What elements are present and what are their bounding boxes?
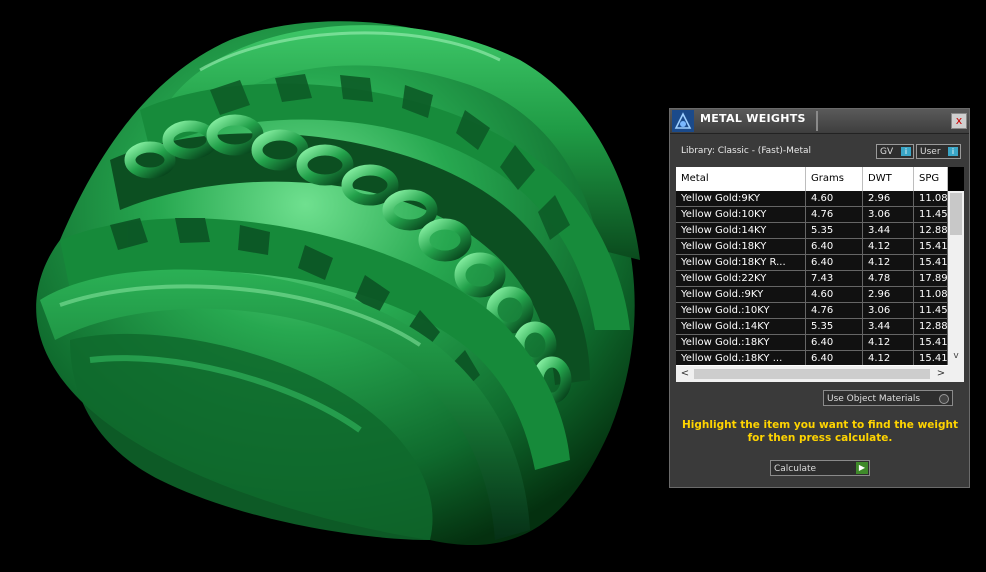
cell-metal: Yellow Gold.:18KY <box>676 335 806 351</box>
cell-grams: 6.40 <box>806 255 863 271</box>
cell-dwt: 4.12 <box>863 239 914 255</box>
cell-grams: 4.60 <box>806 191 863 207</box>
table-row[interactable]: Yellow Gold:10KY 4.76 3.06 11.45 <box>676 207 948 223</box>
cell-grams: 4.60 <box>806 287 863 303</box>
cell-dwt: 3.06 <box>863 303 914 319</box>
metal-weights-table: Metal Grams DWT SPG Yellow Gold:9KY 4.60 2… <box>676 167 964 382</box>
cell-metal: Yellow Gold.:10KY <box>676 303 806 319</box>
cell-spg: 11.45 <box>914 207 948 223</box>
table-row[interactable]: Yellow Gold.:18KY 6.40 4.12 15.41 <box>676 335 948 351</box>
gv-toggle-label: GV <box>880 147 894 157</box>
cell-metal: Yellow Gold:18KY <box>676 239 806 255</box>
app-logo-icon <box>672 110 694 132</box>
gv-toggle[interactable]: GV i <box>876 144 914 159</box>
radio-icon[interactable] <box>939 394 949 404</box>
horizontal-scroll-thumb[interactable] <box>694 369 930 379</box>
play-icon: ▶ <box>856 462 868 474</box>
cell-dwt: 4.78 <box>863 271 914 287</box>
table-row[interactable]: Yellow Gold:14KY 5.35 3.44 12.88 <box>676 223 948 239</box>
cell-grams: 6.40 <box>806 335 863 351</box>
cell-grams: 4.76 <box>806 207 863 223</box>
table-row[interactable]: Yellow Gold.:9KY 4.60 2.96 11.08 <box>676 287 948 303</box>
cell-metal: Yellow Gold:10KY <box>676 207 806 223</box>
cell-metal: Yellow Gold:9KY <box>676 191 806 207</box>
scrollbar-header-gap <box>948 167 964 191</box>
table-header: Metal Grams DWT SPG <box>676 167 948 191</box>
cell-metal: Yellow Gold.:14KY <box>676 319 806 335</box>
scroll-right-icon[interactable]: > <box>934 367 948 381</box>
table-row[interactable]: Yellow Gold:18KY R... 6.40 4.12 15.41 <box>676 255 948 271</box>
cell-spg: 15.41 <box>914 255 948 271</box>
column-header-grams[interactable]: Grams <box>806 167 863 191</box>
cell-metal: Yellow Gold:14KY <box>676 223 806 239</box>
user-toggle[interactable]: User i <box>916 144 961 159</box>
cell-spg: 12.88 <box>914 319 948 335</box>
cell-spg: 11.08 <box>914 287 948 303</box>
title-tab-divider <box>816 111 818 131</box>
table-body: Yellow Gold:9KY 4.60 2.96 11.08 Yellow Gold:… <box>676 191 948 365</box>
close-button[interactable]: x <box>951 113 967 129</box>
cell-grams: 6.40 <box>806 351 863 365</box>
vertical-scroll-thumb[interactable] <box>950 193 962 235</box>
cell-spg: 12.88 <box>914 223 948 239</box>
calculate-button[interactable]: Calculate ▶ <box>770 460 870 476</box>
cell-metal: Yellow Gold:18KY R... <box>676 255 806 271</box>
vertical-scrollbar[interactable]: v <box>948 167 964 366</box>
scroll-left-icon[interactable]: < <box>678 367 692 381</box>
user-toggle-label: User <box>920 147 941 157</box>
cell-dwt: 2.96 <box>863 287 914 303</box>
cell-spg: 17.89 <box>914 271 948 287</box>
cell-dwt: 3.06 <box>863 207 914 223</box>
cell-grams: 5.35 <box>806 223 863 239</box>
cell-dwt: 4.12 <box>863 351 914 365</box>
panel-title: METAL WEIGHTS <box>700 112 806 125</box>
cell-spg: 11.08 <box>914 191 948 207</box>
cell-spg: 15.41 <box>914 239 948 255</box>
table-row[interactable]: Yellow Gold:9KY 4.60 2.96 11.08 <box>676 191 948 207</box>
cell-grams: 7.43 <box>806 271 863 287</box>
cell-grams: 5.35 <box>806 319 863 335</box>
library-label: Library: Classic - (Fast)-Metal <box>681 146 812 156</box>
cell-metal: Yellow Gold.:9KY <box>676 287 806 303</box>
table-row[interactable]: Yellow Gold:22KY 7.43 4.78 17.89 <box>676 271 948 287</box>
cell-dwt: 4.12 <box>863 335 914 351</box>
table-row[interactable]: Yellow Gold:18KY 6.40 4.12 15.41 <box>676 239 948 255</box>
scroll-down-icon[interactable]: v <box>948 349 964 363</box>
use-object-materials-option[interactable]: Use Object Materials <box>823 390 953 406</box>
table-row[interactable]: Yellow Gold.:14KY 5.35 3.44 12.88 <box>676 319 948 335</box>
column-header-spg[interactable]: SPG <box>914 167 948 191</box>
horizontal-scrollbar[interactable]: < > <box>676 366 964 382</box>
table-row[interactable]: Yellow Gold.:18KY ... 6.40 4.12 15.41 <box>676 351 948 365</box>
info-icon: i <box>901 147 911 156</box>
cell-metal: Yellow Gold:22KY <box>676 271 806 287</box>
table-row[interactable]: Yellow Gold.:10KY 4.76 3.06 11.45 <box>676 303 948 319</box>
panel-titlebar[interactable]: METAL WEIGHTS x <box>670 109 969 134</box>
metal-weights-panel: METAL WEIGHTS x Library: Classic - (Fast… <box>669 108 970 488</box>
info-icon: i <box>948 147 958 156</box>
cell-spg: 15.41 <box>914 335 948 351</box>
ring-render <box>36 21 640 546</box>
cell-spg: 15.41 <box>914 351 948 365</box>
instruction-text: Highlight the item you want to find the … <box>682 419 958 444</box>
column-header-dwt[interactable]: DWT <box>863 167 914 191</box>
calculate-label: Calculate <box>774 464 817 474</box>
cell-grams: 4.76 <box>806 303 863 319</box>
cell-grams: 6.40 <box>806 239 863 255</box>
cell-dwt: 3.44 <box>863 319 914 335</box>
cell-dwt: 4.12 <box>863 255 914 271</box>
cell-spg: 11.45 <box>914 303 948 319</box>
cell-dwt: 2.96 <box>863 191 914 207</box>
use-object-materials-label: Use Object Materials <box>827 394 921 404</box>
column-header-metal[interactable]: Metal <box>676 167 806 191</box>
cell-metal: Yellow Gold.:18KY ... <box>676 351 806 365</box>
cell-dwt: 3.44 <box>863 223 914 239</box>
